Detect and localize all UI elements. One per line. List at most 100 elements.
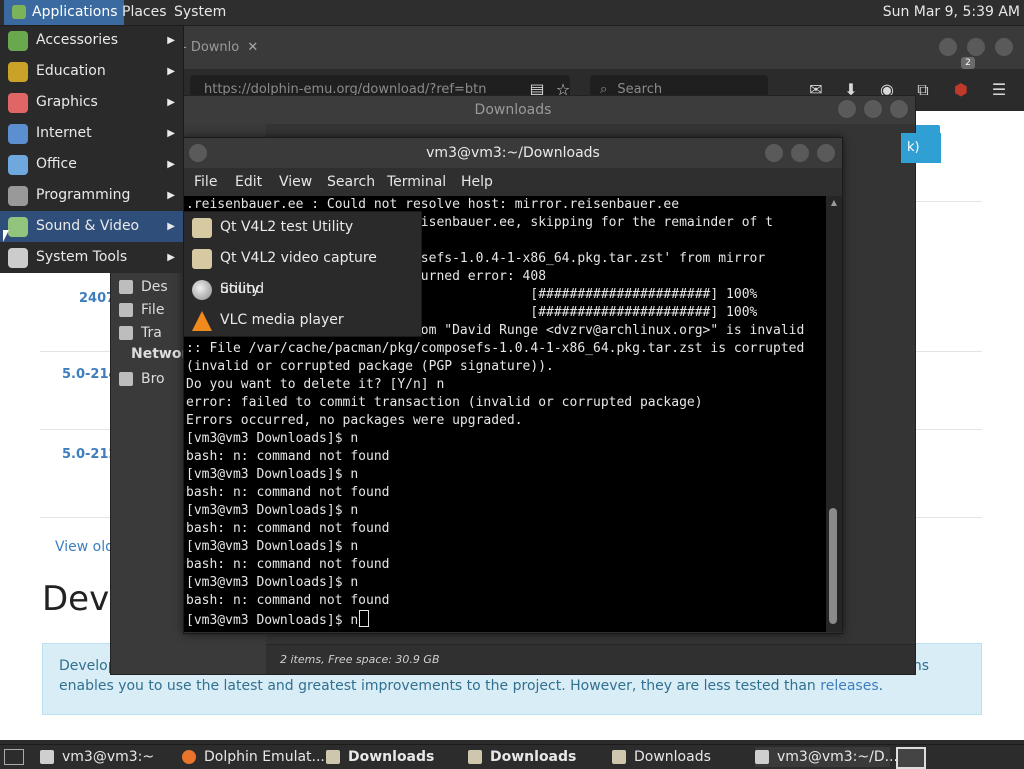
mouse-cursor [3, 230, 9, 242]
submenu-item[interactable]: Qt V4L2 test Utility [184, 212, 421, 243]
graphics-icon [8, 93, 28, 113]
top-panel: Applications Places System Sun Mar 9, 5:… [0, 0, 1024, 26]
menu-search[interactable]: Search [327, 168, 375, 196]
menu-item-label: Accessories [36, 32, 119, 48]
taskbar-item-label: Downloads [634, 749, 711, 765]
minimize-button[interactable] [764, 143, 784, 163]
taskbar-item[interactable]: vm3@vm3:~/D... [755, 747, 898, 767]
terminal-menubar: File Edit View Search Terminal Help [184, 168, 842, 196]
system-menu-button[interactable]: System [168, 0, 232, 25]
ublock-icon[interactable]: ⬢ [950, 79, 972, 101]
location-button[interactable]: k) [901, 133, 941, 163]
internet-icon [8, 124, 28, 144]
network-icon [119, 372, 133, 386]
terminal-title: vm3@vm3:~/Downloads [184, 138, 842, 168]
vlc-icon [192, 311, 212, 331]
taskbar-item[interactable]: Downloads [468, 747, 608, 767]
close-button[interactable] [889, 99, 909, 119]
folder-icon [326, 750, 340, 764]
minimize-button[interactable] [938, 37, 958, 57]
status-bar: 2 items, Free space: 30.9 GB [266, 644, 915, 674]
menu-item-accessories[interactable]: Accessories ▶ [0, 25, 183, 56]
submenu-item[interactable]: Qt V4L2 video capture utility [184, 243, 421, 297]
submenu-item[interactable]: VLC media player [184, 305, 421, 336]
taskbar-item[interactable]: Dolphin Emulat... [182, 747, 325, 767]
terminal-line: bash: n: command not found [186, 593, 390, 608]
sidebar-label: Tra [141, 325, 162, 341]
applications-label: Applications [32, 4, 118, 20]
terminal-line: bash: n: command not found [186, 521, 390, 536]
sidebar-item-desktop[interactable]: Des [119, 276, 168, 298]
submenu-item[interactable]: Sound [184, 274, 421, 305]
menu-item-education[interactable]: Education ▶ [0, 56, 183, 87]
menu-item-system-tools[interactable]: System Tools ▶ [0, 242, 183, 273]
maximize-button[interactable] [863, 99, 883, 119]
show-desktop-button[interactable] [4, 749, 24, 765]
sidebar-label: Bro [141, 371, 165, 387]
menu-item-office[interactable]: Office ▶ [0, 149, 183, 180]
sidebar-item-filesystem[interactable]: File [119, 299, 164, 321]
close-button[interactable] [994, 37, 1014, 57]
menu-item-label: Programming [36, 187, 131, 203]
menu-item-sound-video[interactable]: Sound & Video ▶ [0, 211, 183, 242]
menu-view[interactable]: View [279, 168, 312, 196]
ublock-badge: 2 [961, 57, 975, 69]
sound-video-icon [8, 217, 28, 237]
menu-item-label: System Tools [36, 249, 128, 265]
system-tools-icon [8, 248, 28, 268]
submenu-arrow-icon: ▶ [167, 66, 175, 77]
filesystem-icon [119, 303, 133, 317]
hamburger-menu-icon[interactable]: ☰ [988, 79, 1010, 101]
menu-item-label: Education [36, 63, 106, 79]
menu-terminal[interactable]: Terminal [387, 168, 446, 196]
menu-button[interactable] [188, 143, 208, 163]
releases-link[interactable]: releases [820, 678, 878, 694]
dev-text-line2: enables you to use the latest and greate… [59, 678, 816, 694]
taskbar-item[interactable]: Downloads [326, 747, 464, 767]
browser-tab-title: - Downlo [182, 40, 240, 55]
terminal-line: :: File /var/cache/pacman/pkg/composefs-… [186, 341, 805, 356]
maximize-button[interactable] [966, 37, 986, 57]
applications-menu: Accessories ▶ Education ▶ Graphics ▶ Internet ▶… [0, 25, 184, 273]
accessories-icon [8, 31, 28, 51]
menu-help[interactable]: Help [461, 168, 493, 196]
dev-text-end: . [878, 678, 884, 694]
menu-file[interactable]: File [194, 168, 217, 196]
trash-icon [119, 326, 133, 340]
office-icon [8, 155, 28, 175]
places-menu-button[interactable]: Places [116, 0, 173, 25]
applications-menu-button[interactable]: Applications [4, 0, 124, 25]
terminal-line: [vm3@vm3 Downloads]$ n [184, 610, 826, 628]
submenu-arrow-icon: ▶ [167, 252, 175, 263]
close-button[interactable] [816, 143, 836, 163]
firefox-icon [182, 750, 196, 764]
clock[interactable]: Sun Mar 9, 5:39 AM [883, 0, 1020, 25]
text-cursor [359, 610, 370, 627]
terminal-line: [vm3@vm3 Downloads]$ n [186, 539, 359, 554]
terminal-line: bash: n: command not found [186, 449, 390, 464]
close-icon[interactable]: ✕ [247, 40, 258, 55]
menu-edit[interactable]: Edit [235, 168, 262, 196]
menu-item-graphics[interactable]: Graphics ▶ [0, 87, 183, 118]
submenu-arrow-icon: ▶ [167, 190, 175, 201]
browser-tab[interactable]: - Downlo ✕ [182, 33, 282, 63]
desktop-icon [119, 280, 133, 294]
minimize-button[interactable] [837, 99, 857, 119]
terminal-line: (invalid or corrupted package (PGP signa… [186, 359, 554, 374]
workspace-switcher[interactable] [896, 747, 926, 769]
taskbar-item[interactable]: Downloads [612, 747, 750, 767]
menu-item-label: Graphics [36, 94, 98, 110]
mint-logo-icon [12, 5, 26, 19]
scrollbar-thumb[interactable] [829, 508, 837, 624]
maximize-button[interactable] [790, 143, 810, 163]
scroll-up-icon[interactable]: ▲ [827, 198, 841, 208]
sidebar-item-trash[interactable]: Tra [119, 322, 162, 344]
sidebar-item-browse-network[interactable]: Bro [119, 368, 165, 390]
menu-item-internet[interactable]: Internet ▶ [0, 118, 183, 149]
sound-video-submenu: Qt V4L2 test Utility Qt V4L2 video captur… [183, 211, 422, 337]
taskbar: vm3@vm3:~ Dolphin Emulat... Downloads Downl… [0, 744, 1024, 769]
terminal-icon [40, 750, 54, 764]
taskbar-item[interactable]: vm3@vm3:~ [40, 747, 178, 767]
programming-icon [8, 186, 28, 206]
menu-item-programming[interactable]: Programming ▶ [0, 180, 183, 211]
